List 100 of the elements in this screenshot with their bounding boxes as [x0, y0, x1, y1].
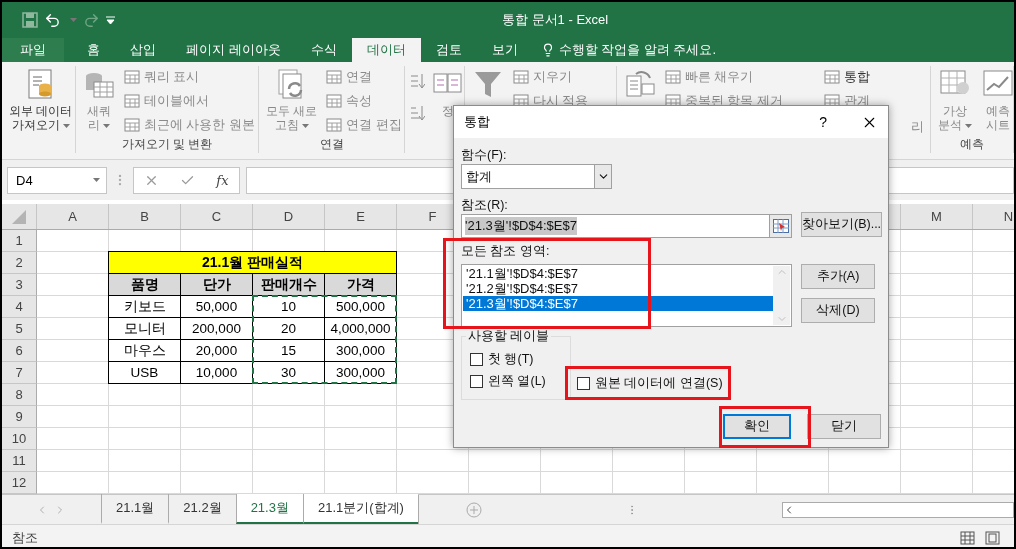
table-title-cell: 21.1월 판매실적: [108, 251, 397, 274]
table-cell: 10,000: [181, 362, 253, 384]
delete-button[interactable]: 삭제(D): [801, 298, 875, 323]
column-header[interactable]: A: [37, 204, 109, 229]
caret-icon: [70, 18, 77, 22]
sheet-tab[interactable]: 21.1분기(합계): [302, 494, 418, 524]
column-header[interactable]: D: [253, 204, 325, 229]
browse-button[interactable]: 찾아보기(B)...: [801, 212, 883, 237]
list-item[interactable]: '21.3월'!$D$4:$E$7: [463, 296, 773, 311]
row-header[interactable]: 1: [2, 230, 37, 252]
table-cell: 4,000,000: [325, 318, 397, 340]
range-picker-icon: [772, 219, 789, 233]
table-icon: [326, 117, 343, 133]
sort-ascending-icon: [409, 72, 425, 90]
table-icon: [124, 69, 140, 85]
column-header[interactable]: B: [109, 204, 181, 229]
checkbox[interactable]: [470, 375, 483, 388]
row-header[interactable]: 10: [2, 428, 37, 450]
table-icon: [326, 93, 343, 109]
collapse-dialog-button[interactable]: [769, 214, 792, 238]
row-header[interactable]: 7: [2, 362, 37, 384]
row-header[interactable]: 8: [2, 384, 37, 406]
group-label: 예측: [959, 136, 985, 153]
list-item[interactable]: '21.2월'!$D$4:$E$7: [463, 281, 773, 296]
table-header-cell: 가격: [325, 274, 397, 296]
ribbon-tab[interactable]: 페이지 레이아웃: [171, 38, 296, 62]
insert-function-button[interactable]: fx: [216, 172, 229, 188]
undo-icon[interactable]: [44, 11, 61, 29]
row-header[interactable]: 2: [2, 252, 37, 274]
customize-icon[interactable]: [106, 16, 115, 24]
row-header[interactable]: 3: [2, 274, 37, 296]
normal-view-icon: [960, 531, 975, 545]
add-button[interactable]: 추가(A): [801, 264, 875, 289]
add-sheet-icon[interactable]: [465, 501, 482, 518]
save-icon: [22, 12, 38, 28]
row-header[interactable]: 9: [2, 406, 37, 428]
ribbon-tab[interactable]: 홈: [72, 38, 115, 62]
row-header[interactable]: 11: [2, 450, 37, 472]
field-label: 모든 참조 영역:: [461, 243, 551, 260]
window-title: 통합 문서1 - Excel: [502, 11, 609, 29]
column-header[interactable]: N: [973, 204, 1014, 229]
row-header[interactable]: 4: [2, 296, 37, 318]
table-icon: [824, 69, 840, 85]
vertical-scrollbar[interactable]: [773, 266, 790, 325]
table-cell: 15: [253, 340, 325, 362]
table-header-cell: 품명: [108, 274, 181, 296]
list-item[interactable]: '21.1월'!$D$4:$E$7: [463, 266, 773, 281]
ribbon-tab[interactable]: 검토: [420, 38, 477, 62]
document-arrow-icon: [624, 68, 656, 100]
row-header[interactable]: 5: [2, 318, 37, 340]
checkbox[interactable]: [470, 353, 483, 366]
table-header-cell: 단가: [181, 274, 253, 296]
ribbon-button[interactable]: 통합: [822, 66, 872, 88]
ribbon-tab[interactable]: 삽입: [115, 38, 171, 62]
ok-button[interactable]: 확인: [723, 414, 791, 439]
ribbon-tab[interactable]: 수식: [295, 38, 352, 62]
column-header[interactable]: M: [901, 204, 973, 229]
ribbon-tab[interactable]: 데이터: [351, 38, 421, 62]
table-icon: [513, 69, 529, 85]
table-cell: 300,000: [325, 340, 397, 362]
references-list[interactable]: '21.1월'!$D$4:$E$7 '21.2월'!$D$4:$E$7 '21.3월'!$D$4:$E$7: [461, 264, 792, 327]
checkbox-label: 왼쪽 열(L): [488, 373, 546, 390]
group-label: 연결: [318, 136, 345, 153]
table-icon: [124, 93, 140, 109]
column-header[interactable]: C: [181, 204, 253, 229]
table-cell: 300,000: [325, 362, 397, 384]
help-button[interactable]: ?: [819, 114, 827, 130]
checkbox-label: 첫 행(T): [488, 351, 534, 368]
ribbon-tab[interactable]: 파일: [2, 38, 64, 62]
column-header[interactable]: E: [325, 204, 397, 229]
sort-descending-icon: [409, 104, 425, 122]
table-icon: [665, 69, 681, 85]
redo-icon[interactable]: [83, 11, 100, 29]
reference-field[interactable]: '21.3월'!$D$4:$E$7: [461, 214, 769, 238]
group-label: 가져오기 및 변환: [120, 136, 214, 153]
function-select[interactable]: 합계: [461, 164, 612, 189]
sheet-tab[interactable]: 21.3월: [235, 494, 303, 524]
checkbox[interactable]: [577, 377, 590, 390]
table-cell: 모니터: [108, 318, 181, 340]
dialog-title: 통합: [464, 113, 490, 131]
name-box[interactable]: D4: [7, 166, 107, 194]
table-header-cell: 판매개수: [253, 274, 325, 296]
horizontal-scrollbar[interactable]: [782, 501, 1014, 518]
checkbox-label: 원본 데이터에 연결(S): [595, 375, 723, 392]
ribbon-tab[interactable]: 보기: [476, 38, 533, 62]
status-text: 참조: [12, 529, 38, 547]
ribbon-button[interactable]: 외부 데이터 가져오기: [6, 66, 75, 135]
table-cell: 10: [253, 296, 325, 318]
tell-me-text[interactable]: 수행할 작업을 알려 주세요.: [558, 41, 717, 59]
field-label: 함수(F):: [461, 147, 508, 164]
select-all-icon[interactable]: [12, 209, 26, 224]
table-cell: 마우스: [108, 340, 181, 362]
table-cell: USB: [108, 362, 181, 384]
close-button[interactable]: 닫기: [807, 414, 881, 439]
row-header[interactable]: 6: [2, 340, 37, 362]
row-header[interactable]: 12: [2, 472, 37, 494]
table-cell: 키보드: [108, 296, 181, 318]
table-icon: [326, 69, 343, 85]
table-cell: 20,000: [181, 340, 253, 362]
caret-icon: [93, 178, 100, 182]
